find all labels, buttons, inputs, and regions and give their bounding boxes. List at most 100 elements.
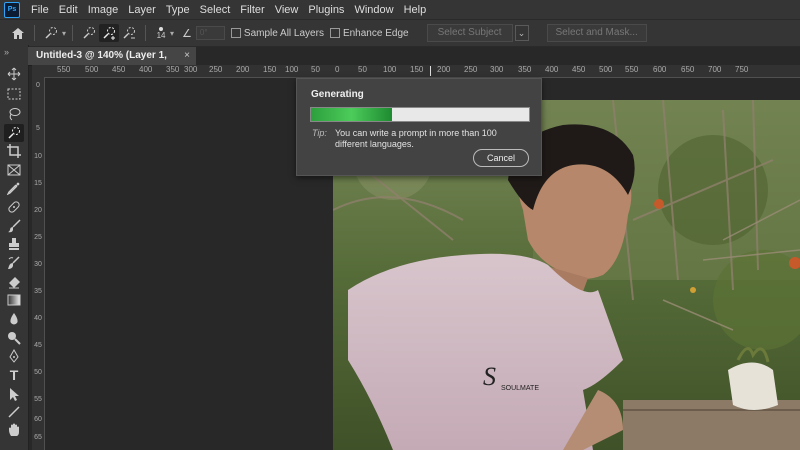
cancel-button[interactable]: Cancel — [473, 149, 529, 167]
menu-edit[interactable]: Edit — [59, 4, 78, 16]
angle-field[interactable]: 0° — [195, 26, 225, 40]
menu-select[interactable]: Select — [200, 4, 231, 16]
sample-all-layers-label: Sample All Layers — [243, 27, 324, 39]
horizontal-ruler[interactable]: 550 500 450 400 350 300 250 200 150 100 … — [45, 65, 800, 78]
tip-label: Tip: — [312, 128, 327, 138]
menu-type[interactable]: Type — [166, 4, 190, 16]
ruler-tick-label: 300 — [184, 65, 198, 74]
menu-file[interactable]: File — [31, 4, 49, 16]
frame-tool-icon[interactable] — [4, 161, 24, 179]
brush-size-value: 14 — [156, 30, 166, 40]
document-tab-bar: Untitled-3 @ 140% (Layer 1, RGB/8#) * × — [28, 47, 800, 79]
ruler-tick-label: 500 — [599, 65, 613, 74]
gradient-tool-icon[interactable] — [4, 291, 24, 309]
vertical-ruler[interactable]: 0 5 10 15 20 25 30 35 40 45 50 55 60 65 — [32, 77, 45, 450]
sample-all-layers-checkbox[interactable] — [230, 28, 241, 38]
new-selection-icon[interactable] — [79, 24, 99, 42]
ruler-tick-label: 200 — [236, 65, 250, 74]
ruler-tick-label: 60 — [34, 416, 42, 423]
hand-tool-icon[interactable] — [4, 421, 24, 439]
ruler-tick-label: 100 — [285, 65, 299, 74]
ruler-tick-label: 15 — [34, 180, 42, 187]
type-tool-icon[interactable]: T — [4, 366, 24, 384]
dodge-tool-icon[interactable] — [4, 329, 24, 347]
brush-size-picker[interactable]: 14 — [152, 26, 170, 40]
ruler-tick-label: 400 — [139, 65, 153, 74]
ruler-tick-label: 150 — [410, 65, 424, 74]
crop-tool-icon[interactable] — [4, 142, 24, 160]
lasso-tool-icon[interactable] — [4, 105, 24, 123]
menu-bar: Ps File Edit Image Layer Type Select Fil… — [0, 0, 800, 19]
menu-layer[interactable]: Layer — [128, 4, 156, 16]
ruler-cursor-marker — [430, 66, 431, 76]
ruler-tick-label: 45 — [34, 342, 42, 349]
brush-tool-icon[interactable] — [4, 217, 24, 235]
tip-text: You can write a prompt in more than 100 … — [335, 128, 497, 149]
close-tab-button[interactable]: × — [184, 47, 190, 65]
enhance-edge-label: Enhance Edge — [342, 27, 409, 39]
tools-panel: » T — [0, 45, 29, 450]
ruler-tick-label: 100 — [383, 65, 397, 74]
ruler-tick-label: 750 — [735, 65, 749, 74]
healing-brush-tool-icon[interactable] — [4, 198, 24, 216]
ruler-tick-label: 50 — [311, 65, 320, 74]
marquee-tool-icon[interactable] — [4, 85, 24, 103]
collapse-panel-icon[interactable]: » — [4, 47, 9, 57]
dialog-title: Generating — [311, 89, 364, 100]
enhance-edge-checkbox[interactable] — [329, 28, 340, 38]
pen-tool-icon[interactable] — [4, 347, 24, 365]
shirt-print: S — [483, 362, 496, 391]
eyedropper-tool-icon[interactable] — [4, 179, 24, 197]
ruler-tick-label: 10 — [34, 153, 42, 160]
ruler-tick-label: 50 — [34, 369, 42, 376]
select-subject-dropdown[interactable]: ⌄ — [514, 25, 529, 41]
ruler-tick-label: 300 — [490, 65, 504, 74]
ruler-tick-label: 350 — [166, 65, 180, 74]
menu-image[interactable]: Image — [88, 4, 119, 16]
progress-bar-fill — [311, 108, 392, 121]
ruler-tick-label: 700 — [708, 65, 722, 74]
subtract-from-selection-icon[interactable] — [119, 24, 139, 42]
chevron-down-icon[interactable]: ▾ — [62, 29, 66, 38]
history-brush-tool-icon[interactable] — [4, 254, 24, 272]
ruler-tick-label: 400 — [545, 65, 559, 74]
select-subject-button[interactable]: Select Subject — [426, 24, 513, 42]
ruler-tick-label: 650 — [681, 65, 695, 74]
ruler-tick-label: 65 — [34, 434, 42, 441]
ruler-tick-label: 500 — [85, 65, 99, 74]
menu-view[interactable]: View — [275, 4, 299, 16]
ruler-tick-label: 200 — [437, 65, 451, 74]
separator — [145, 25, 147, 41]
ruler-tick-label: 250 — [209, 65, 223, 74]
ruler-tick-label: 55 — [34, 396, 42, 403]
quick-selection-tool-icon[interactable] — [4, 124, 24, 142]
ruler-tick-label: 40 — [34, 315, 42, 322]
generating-dialog: Generating Tip: You can write a prompt i… — [296, 78, 542, 176]
ruler-tick-label: 20 — [34, 207, 42, 214]
clone-stamp-tool-icon[interactable] — [4, 235, 24, 253]
shirt-print: SOULMATE — [501, 385, 539, 392]
ruler-tick-label: 450 — [112, 65, 126, 74]
blur-tool-icon[interactable] — [4, 310, 24, 328]
menu-plugins[interactable]: Plugins — [308, 4, 344, 16]
ruler-tick-label: 450 — [572, 65, 586, 74]
menu-window[interactable]: Window — [354, 4, 393, 16]
angle-icon: ∠ — [182, 27, 192, 40]
quick-selection-preset-icon[interactable] — [41, 24, 61, 42]
path-selection-tool-icon[interactable] — [4, 385, 24, 403]
add-to-selection-icon[interactable] — [99, 24, 120, 42]
ruler-tick-label: 0 — [36, 82, 40, 89]
eraser-tool-icon[interactable] — [4, 273, 24, 291]
line-tool-icon[interactable] — [4, 403, 24, 421]
tab-document[interactable]: Untitled-3 @ 140% (Layer 1, RGB/8#) * × — [28, 47, 196, 79]
chevron-down-icon[interactable]: ▾ — [170, 29, 174, 38]
photoshop-logo: Ps — [4, 1, 20, 18]
select-and-mask-button[interactable]: Select and Mask... — [546, 24, 647, 42]
separator — [34, 25, 35, 41]
move-tool-icon[interactable] — [4, 65, 24, 83]
ruler-tick-label: 550 — [57, 65, 71, 74]
home-icon[interactable] — [8, 24, 28, 42]
ruler-tick-label: 350 — [518, 65, 532, 74]
menu-filter[interactable]: Filter — [240, 4, 264, 16]
menu-help[interactable]: Help — [404, 4, 427, 16]
